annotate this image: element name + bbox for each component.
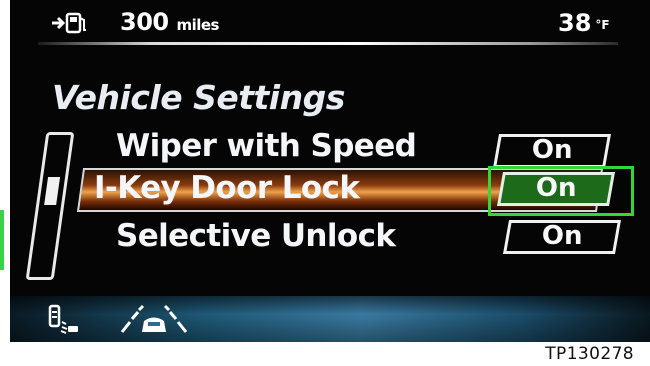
menu-item-label: Wiper with Speed [116, 128, 417, 164]
menu-item-label: I-Key Door Lock [94, 170, 360, 206]
bar-shading [10, 296, 650, 342]
temperature-value: 38 [558, 9, 592, 37]
sonar-sensor-icon [48, 304, 78, 334]
wiper-with-speed-toggle[interactable]: On [493, 134, 611, 168]
fuel-range-icon [52, 12, 86, 34]
menu-item-selective-unlock[interactable]: Selective Unlock On [10, 216, 650, 264]
range-value: 300 [120, 8, 169, 36]
selective-unlock-toggle[interactable]: On [503, 220, 621, 254]
range-readout: 300 miles [120, 8, 219, 36]
menu-item-label: Selective Unlock [116, 218, 396, 254]
toggle-value: On [531, 135, 573, 165]
bottom-status-bar [10, 296, 650, 342]
display-screen: 300 miles 38 °F Vehicle Settings Wiper wi… [10, 0, 650, 366]
toggle-focus-outline [488, 166, 634, 216]
temperature-readout: 38 °F [558, 9, 610, 37]
focus-accent-marker [0, 210, 4, 270]
temperature-unit: °F [595, 18, 610, 32]
status-bar: 300 miles 38 °F [10, 0, 650, 44]
page-title: Vehicle Settings [52, 78, 345, 117]
range-unit: miles [176, 16, 219, 34]
toggle-value: On [541, 221, 583, 251]
image-border [0, 0, 10, 366]
status-divider [38, 42, 618, 45]
figure-caption: TP130278 [545, 344, 634, 364]
lane-departure-icon [120, 304, 188, 333]
